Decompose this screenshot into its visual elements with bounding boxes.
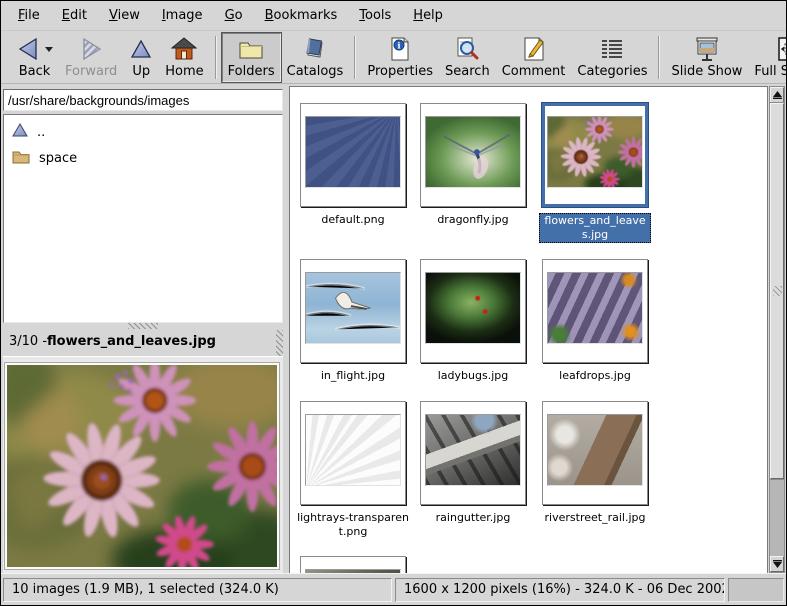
thumbnail-item[interactable]	[296, 556, 410, 573]
back-dropdown-arrow-icon[interactable]	[45, 47, 53, 52]
scrollbar-grip	[773, 286, 782, 296]
vertical-splitter-grip[interactable]	[276, 330, 283, 358]
thumbnail-image	[547, 414, 643, 486]
status-bar: 10 images (1.9 MB), 1 selected (324.0 K)…	[1, 573, 786, 605]
slide-show-button[interactable]: Slide Show	[665, 33, 748, 82]
slideshow-screen-icon	[693, 35, 721, 63]
search-button[interactable]: Search	[439, 33, 496, 82]
scroll-down-button[interactable]	[770, 556, 784, 572]
thumbnail-item[interactable]: raingutter.jpg	[416, 401, 530, 525]
menu-file[interactable]: File	[7, 1, 51, 30]
folder-item-parent[interactable]: ..	[4, 119, 282, 145]
thumbnail-image	[425, 116, 521, 188]
preview-image	[5, 363, 279, 569]
toolbar: Back Forward Up Home	[1, 30, 786, 84]
thumbnail-image	[547, 272, 643, 344]
categories-button[interactable]: Categories	[571, 33, 653, 82]
properties-button[interactable]: i Properties	[361, 33, 439, 82]
thumbnail-image	[305, 116, 401, 188]
menu-bookmarks[interactable]: Bookmarks	[254, 1, 349, 30]
path-input[interactable]	[3, 89, 283, 111]
selected-filename: flowers_and_leaves.jpg	[47, 334, 216, 349]
thumbnail-image	[305, 272, 401, 344]
thumbnail-item[interactable]: default.png	[296, 103, 410, 227]
info-document-icon: i	[388, 35, 412, 63]
browser-scrollbar	[769, 86, 785, 573]
thumbnail-item[interactable]: dragonfly.jpg	[416, 103, 530, 227]
home-button[interactable]: Home	[159, 33, 209, 82]
search-icon	[454, 35, 480, 63]
scroll-up-button[interactable]	[770, 87, 784, 103]
folder-icon	[237, 35, 265, 63]
up-triangle-icon	[12, 123, 28, 141]
menu-bar: File Edit View Image Go Bookmarks Tools …	[1, 1, 786, 30]
folder-icon	[12, 149, 30, 168]
fullscreen-icon	[777, 35, 787, 63]
thumbnail-item-selected[interactable]: flowers_and_leaves.jpg	[538, 103, 652, 243]
catalogs-button[interactable]: Catalogs	[281, 33, 350, 82]
status-images-summary: 10 images (1.9 MB), 1 selected (324.0 K)	[3, 578, 392, 602]
scrollbar-thumb[interactable]	[770, 103, 784, 479]
thumbnail-image	[425, 414, 521, 486]
menu-go[interactable]: Go	[214, 1, 254, 30]
menu-tools[interactable]: Tools	[348, 1, 402, 30]
comment-pencil-icon	[522, 35, 546, 63]
thumbnail-browser: default.png dragonfly.jpg	[289, 86, 768, 573]
menu-image[interactable]: Image	[151, 1, 214, 30]
comment-button[interactable]: Comment	[496, 33, 572, 82]
menu-view[interactable]: View	[98, 1, 151, 30]
thumbnail-image	[547, 116, 643, 188]
list-icon	[599, 35, 625, 63]
folder-item-space[interactable]: space	[4, 145, 282, 171]
back-arrow-icon	[16, 35, 42, 63]
thumbnail-item[interactable]: ladybugs.jpg	[416, 259, 530, 383]
back-button[interactable]: Back	[10, 33, 59, 82]
forward-button[interactable]: Forward	[59, 33, 123, 82]
thumbnail-image	[305, 414, 401, 486]
thumbnail-item[interactable]: lightrays-transparent.png	[296, 401, 410, 539]
full-screen-button[interactable]: Full Screen	[748, 33, 787, 82]
menu-edit[interactable]: Edit	[51, 1, 98, 30]
selection-status: 3/10 - flowers_and_leaves.jpg	[3, 326, 283, 356]
menu-help[interactable]: Help	[402, 1, 454, 30]
thumbnail-item[interactable]: riverstreet_rail.jpg	[538, 401, 652, 525]
forward-arrow-icon	[78, 35, 104, 63]
content-area: .. space 3/10 - flowers_and_leaves.jpg	[1, 85, 786, 573]
folder-list: .. space	[3, 114, 283, 323]
app-window: File Edit View Image Go Bookmarks Tools …	[0, 0, 787, 606]
book-icon	[302, 35, 328, 63]
status-bar-filler	[728, 578, 784, 602]
sidebar: .. space 3/10 - flowers_and_leaves.jpg	[3, 85, 284, 573]
toolbar-separator	[215, 36, 217, 79]
thumbnail-item[interactable]: leafdrops.jpg	[538, 259, 652, 383]
thumbnail-item[interactable]: in_flight.jpg	[296, 259, 410, 383]
preview-pane	[3, 356, 283, 573]
toolbar-separator	[354, 36, 356, 79]
folders-button[interactable]: Folders	[222, 33, 281, 82]
status-image-details: 1600 x 1200 pixels (16%) - 324.0 K - 06 …	[395, 578, 725, 602]
toolbar-separator	[658, 36, 660, 79]
thumbnail-image	[425, 272, 521, 344]
up-arrow-icon	[129, 35, 153, 63]
up-button[interactable]: Up	[123, 33, 159, 82]
home-icon	[171, 35, 197, 63]
